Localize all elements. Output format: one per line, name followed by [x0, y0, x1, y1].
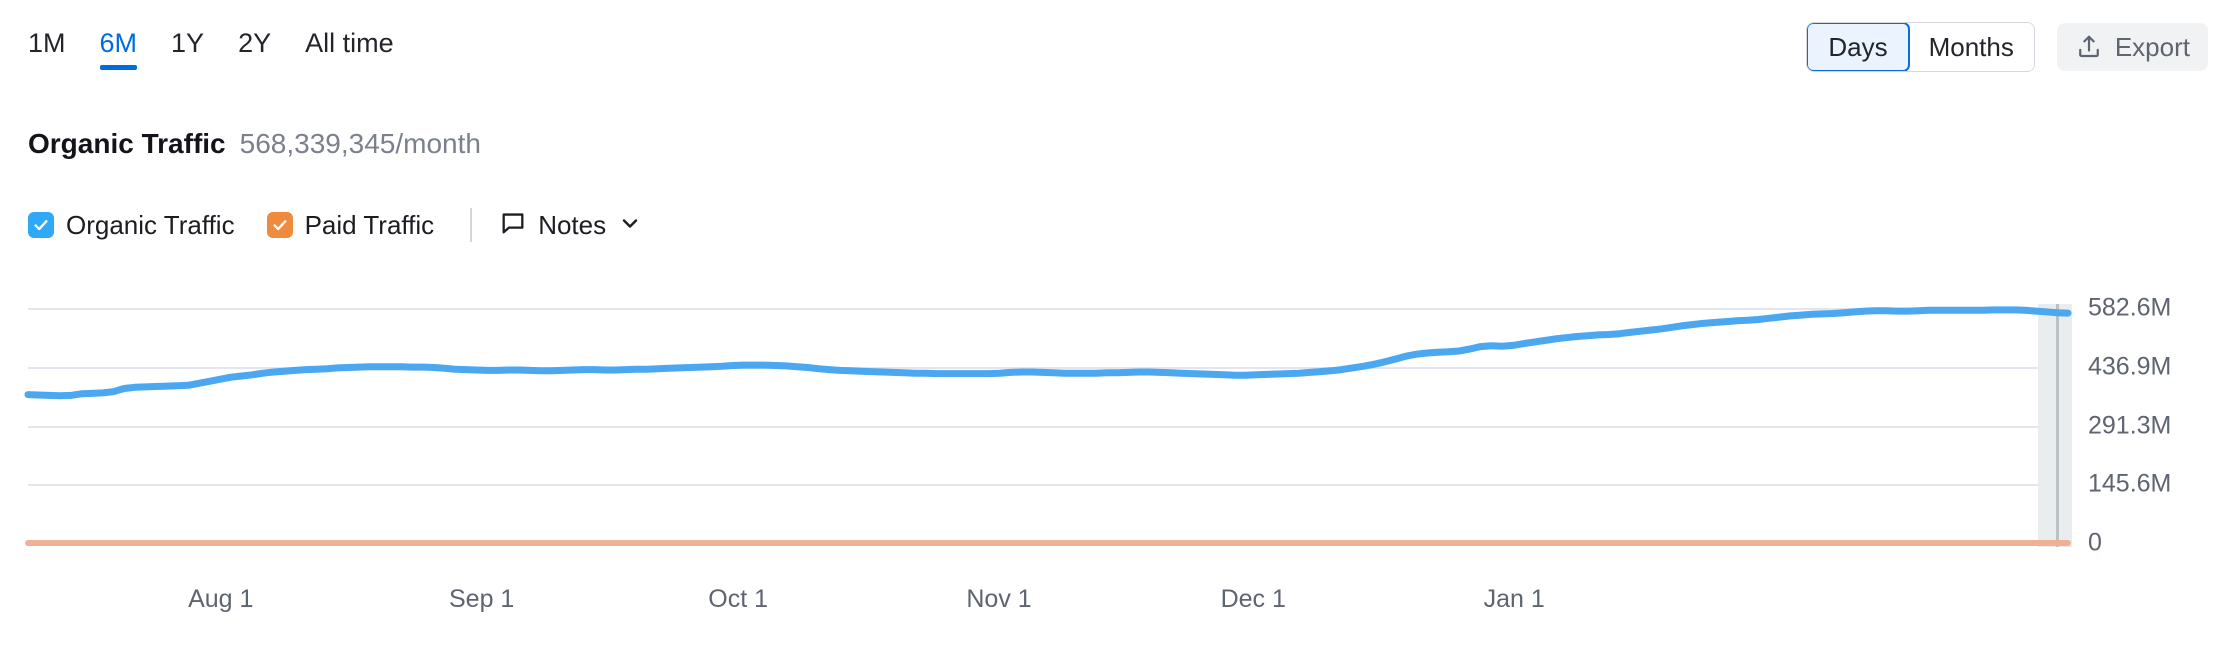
- export-button[interactable]: Export: [2056, 23, 2208, 71]
- traffic-value: 568,339,345/month: [239, 128, 481, 159]
- range-tab-all-time[interactable]: All time: [305, 26, 394, 70]
- note-bubble-icon: [500, 210, 526, 241]
- series-line: [28, 310, 2068, 396]
- x-axis-tick-label: Nov 1: [966, 585, 1032, 613]
- x-axis-tick-label: Dec 1: [1220, 585, 1286, 613]
- notes-label: Notes: [538, 209, 607, 240]
- y-axis-tick-label: 0: [2088, 528, 2102, 557]
- y-axis-tick-label: 436.9M: [2088, 352, 2172, 381]
- y-axis-tick-label: 291.3M: [2088, 411, 2172, 439]
- range-tab-2y[interactable]: 2Y: [238, 26, 271, 70]
- granularity-days-button[interactable]: Days: [1807, 23, 1910, 71]
- granularity-toggle: Days Months: [1806, 22, 2035, 72]
- range-tab-label: 6M: [99, 28, 138, 58]
- y-axis-tick-label: 582.6M: [2088, 293, 2172, 322]
- range-tab-label: All time: [305, 28, 394, 58]
- series-canvas: [28, 308, 2068, 543]
- range-tab-label: 2Y: [238, 28, 272, 58]
- page-title: Organic Traffic: [28, 128, 226, 159]
- chart-toolbar: 1M 6M 1Y 2Y All time Days Months Export: [0, 0, 2230, 92]
- legend-item-paid-traffic[interactable]: Paid Traffic: [266, 209, 435, 241]
- range-tab-6m[interactable]: 6M: [99, 26, 138, 70]
- time-range-tabs: 1M 6M 1Y 2Y All time: [28, 26, 394, 70]
- chart-title-row: Organic Traffic 568,339,345/month: [28, 128, 481, 160]
- upload-icon: [2075, 33, 2103, 61]
- checkbox-paid-traffic[interactable]: [266, 212, 293, 238]
- traffic-chart: 582.6M 436.9M 291.3M 145.6M 0 Aug 1 Sep 1 Oct …: [0, 290, 2230, 650]
- range-tab-1m[interactable]: 1M: [28, 26, 66, 70]
- x-axis-tick-label: Aug 1: [188, 585, 254, 613]
- plot-area[interactable]: [28, 304, 2072, 547]
- range-tab-1y[interactable]: 1Y: [171, 26, 204, 70]
- notes-dropdown[interactable]: Notes: [500, 210, 642, 241]
- legend-label-organic-traffic: Organic Traffic: [66, 209, 235, 240]
- x-axis-tick-label: Jan 1: [1483, 585, 1545, 613]
- legend-label-paid-traffic: Paid Traffic: [304, 209, 435, 240]
- x-axis-labels: Aug 1 Sep 1 Oct 1 Nov 1 Dec 1 Jan 1: [0, 585, 2230, 625]
- toolbar-right-group: Days Months Export: [1806, 22, 2208, 72]
- range-tab-label: 1Y: [171, 28, 205, 58]
- x-axis-tick-label: Sep 1: [449, 585, 515, 613]
- export-label: Export: [2114, 31, 2190, 62]
- y-axis-labels: 582.6M 436.9M 291.3M 145.6M 0: [2088, 290, 2218, 560]
- legend-divider: [470, 208, 473, 242]
- legend-item-organic-traffic[interactable]: Organic Traffic: [28, 210, 235, 241]
- checkbox-organic-traffic[interactable]: [28, 212, 54, 238]
- chevron-down-icon: [618, 211, 642, 240]
- granularity-months-button[interactable]: Months: [1908, 23, 2034, 71]
- chart-legend: Organic Traffic Paid Traffic Notes: [28, 205, 642, 245]
- range-tab-label: 1M: [28, 28, 66, 58]
- x-axis-tick-label: Oct 1: [708, 585, 768, 613]
- y-axis-tick-label: 145.6M: [2088, 469, 2172, 498]
